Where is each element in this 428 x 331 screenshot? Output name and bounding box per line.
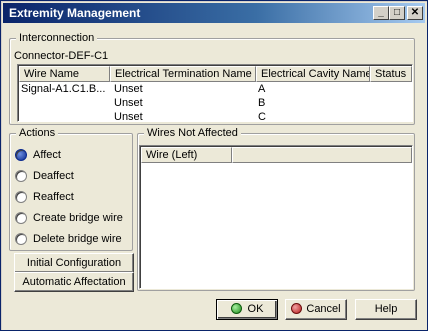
cell-status bbox=[374, 96, 410, 110]
cell-cavity: C bbox=[258, 111, 266, 123]
cell-wire-name: Signal-A1.C1.B... bbox=[21, 83, 106, 95]
red-circle-icon bbox=[291, 303, 303, 314]
column-header-wire-left[interactable]: Wire (Left) bbox=[141, 147, 232, 163]
close-button[interactable]: ✕ bbox=[407, 6, 423, 20]
column-header-wire-name[interactable]: Wire Name bbox=[19, 66, 110, 82]
title-bar[interactable]: Extremity Management _ □ ✕ bbox=[3, 3, 425, 23]
cell-wire-name bbox=[21, 96, 109, 110]
radio-icon[interactable] bbox=[15, 233, 27, 245]
cancel-button[interactable]: Cancel bbox=[285, 299, 347, 320]
wires-not-affected-label: Wires Not Affected bbox=[144, 126, 241, 140]
column-header-status[interactable]: Status bbox=[370, 66, 412, 82]
radio-label: Delete bridge wire bbox=[33, 233, 122, 245]
radio-label: Reaffect bbox=[33, 191, 74, 203]
cell-cavity: A bbox=[258, 83, 266, 95]
extremity-management-dialog: Extremity Management _ □ ✕ Interconnecti… bbox=[0, 0, 428, 331]
window-title: Extremity Management bbox=[9, 6, 141, 20]
cell-termination: Unset bbox=[114, 83, 143, 95]
cell-wire-name bbox=[21, 110, 109, 124]
help-button[interactable]: Help bbox=[355, 299, 417, 320]
interconnection-label: Interconnection bbox=[16, 31, 98, 45]
wires-not-affected-list[interactable]: Wire (Left) bbox=[139, 145, 413, 289]
radio-label: Affect bbox=[33, 149, 61, 161]
column-header-cavity-name[interactable]: Electrical Cavity Name bbox=[256, 66, 370, 82]
connector-name: Connector-DEF-C1 bbox=[14, 50, 109, 62]
cell-termination: Unset bbox=[114, 111, 143, 123]
initial-configuration-button[interactable]: Initial Configuration bbox=[14, 253, 134, 273]
radio-selected-icon[interactable] bbox=[15, 149, 27, 161]
cell-status bbox=[374, 110, 410, 124]
column-header-empty[interactable] bbox=[232, 147, 412, 163]
interconnection-table[interactable]: Wire Name Electrical Termination Name El… bbox=[17, 64, 413, 124]
minimize-button[interactable]: _ bbox=[373, 6, 389, 20]
radio-icon[interactable] bbox=[15, 212, 27, 224]
actions-label: Actions bbox=[16, 126, 59, 140]
radio-icon[interactable] bbox=[15, 191, 27, 203]
column-header-termination-name[interactable]: Electrical Termination Name bbox=[110, 66, 256, 82]
green-circle-icon bbox=[230, 303, 242, 314]
cell-termination: Unset bbox=[114, 97, 143, 109]
ok-button[interactable]: OK bbox=[216, 299, 278, 320]
radio-icon[interactable] bbox=[15, 170, 27, 182]
radio-label: Create bridge wire bbox=[33, 212, 123, 224]
radio-label: Deaffect bbox=[33, 170, 74, 182]
cell-cavity: B bbox=[258, 97, 266, 109]
ok-label: OK bbox=[247, 303, 264, 315]
cell-status bbox=[374, 82, 410, 96]
maximize-button[interactable]: □ bbox=[389, 6, 405, 20]
automatic-affectation-button[interactable]: Automatic Affectation bbox=[14, 272, 134, 292]
cancel-label: Cancel bbox=[306, 303, 341, 315]
